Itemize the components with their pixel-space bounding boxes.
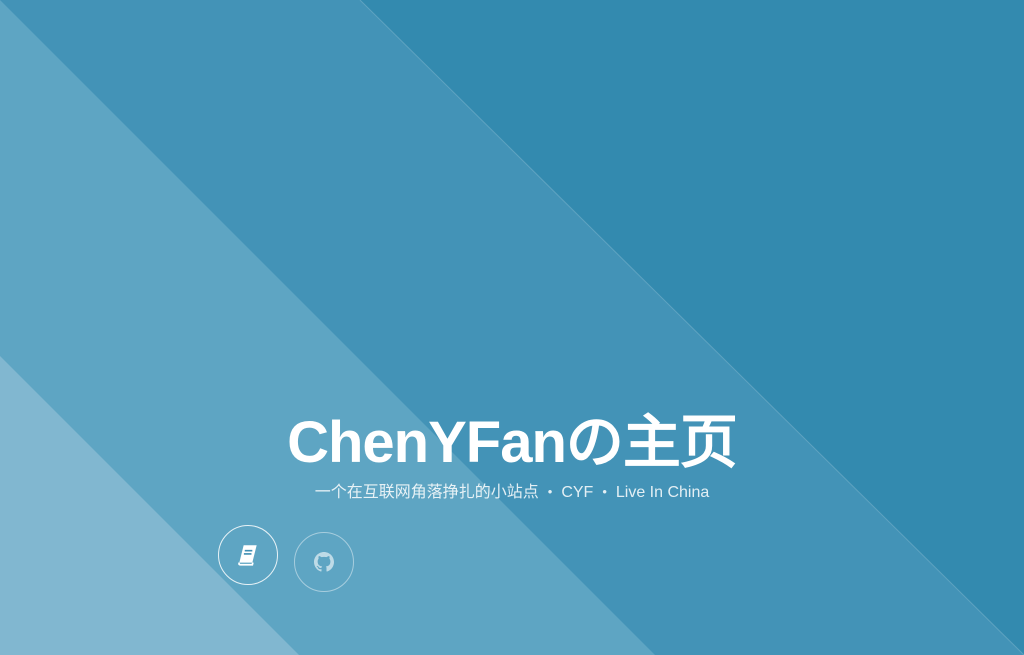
subtitle-separator: •: [602, 484, 607, 499]
subtitle-location: Live In China: [615, 484, 710, 501]
subtitle-separator: •: [547, 484, 553, 499]
blog-link-button[interactable]: [218, 525, 278, 585]
background-stripes: [0, 0, 1024, 655]
github-link-button[interactable]: [294, 532, 354, 592]
page-title: ChenYFanの主页: [287, 410, 738, 475]
page-subtitle: 一个在互联网角落挣扎的小站点 • CYF • Live In China: [0, 478, 1024, 502]
subtitle-tagline: 一个在互联网角落挣扎的小站点: [314, 484, 539, 501]
subtitle-name: CYF: [561, 484, 594, 501]
github-icon: [314, 552, 334, 572]
book-icon: [238, 545, 257, 566]
